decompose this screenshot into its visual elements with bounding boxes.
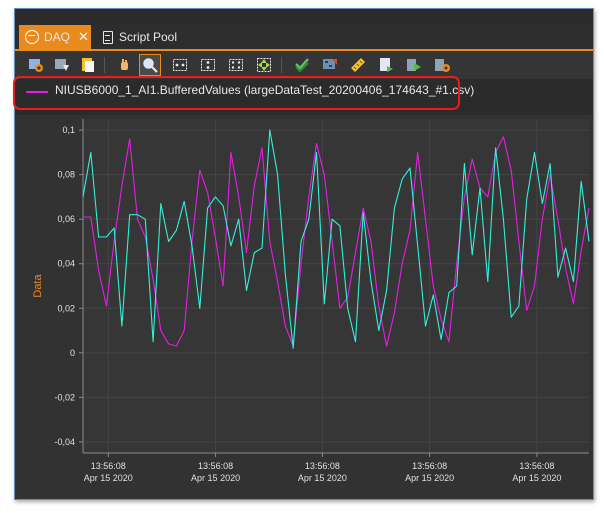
fit-horizontal-icon[interactable] <box>169 54 191 76</box>
run-settings-icon[interactable] <box>431 54 453 76</box>
tab-script-pool-label: Script Pool <box>119 30 178 44</box>
x-tick-label-time: 13:56:08 <box>305 461 340 471</box>
export-icon[interactable] <box>375 54 397 76</box>
toolbar-separator <box>104 57 105 73</box>
ruler-icon[interactable] <box>347 54 369 76</box>
legend-highlight-box <box>13 76 460 110</box>
tab-daq[interactable]: DAQ ✕ <box>19 25 91 49</box>
zoom-icon[interactable] <box>139 54 161 76</box>
x-tick-label-date: Apr 15 2020 <box>512 473 561 483</box>
import-icon[interactable] <box>51 54 73 76</box>
x-tick-label-date: Apr 15 2020 <box>298 473 347 483</box>
y-tick-label: 0,08 <box>57 170 75 180</box>
x-tick-label-date: Apr 15 2020 <box>191 473 240 483</box>
x-tick-label-time: 13:56:08 <box>412 461 447 471</box>
clipboard-icon[interactable] <box>77 54 99 76</box>
daq-logo-icon <box>25 30 39 44</box>
settings-icon[interactable] <box>25 54 47 76</box>
toolbar <box>15 49 593 79</box>
daq-window: DAQ ✕ Script Pool NIUSB6000_1_AI1.Buffer… <box>13 8 594 500</box>
fit-all-icon[interactable] <box>225 54 247 76</box>
tab-daq-label: DAQ <box>44 30 71 44</box>
y-tick-label: 0,02 <box>57 303 75 313</box>
y-tick-label: 0 <box>70 348 75 358</box>
x-tick-label-date: Apr 15 2020 <box>405 473 454 483</box>
close-icon[interactable]: ✕ <box>78 29 89 45</box>
x-tick-label-time: 13:56:08 <box>91 461 126 471</box>
tab-script-pool[interactable]: Script Pool <box>97 25 181 49</box>
y-tick-label: 0,06 <box>57 214 75 224</box>
move-icon[interactable] <box>253 54 275 76</box>
toolbar-separator <box>281 57 282 73</box>
y-tick-label: -0,04 <box>54 437 75 447</box>
x-tick-label-date: Apr 15 2020 <box>84 473 133 483</box>
y-axis-label: Data <box>32 274 44 298</box>
hand-icon[interactable] <box>113 54 135 76</box>
grid-icon[interactable] <box>319 54 341 76</box>
document-icon <box>103 30 113 44</box>
run-icon[interactable] <box>403 54 425 76</box>
x-tick-label-time: 13:56:08 <box>198 461 233 471</box>
y-tick-label: 0,04 <box>57 259 75 269</box>
y-tick-label: 0,1 <box>62 125 75 135</box>
tab-bar: DAQ ✕ Script Pool <box>15 25 593 49</box>
y-tick-label: -0,02 <box>54 392 75 402</box>
line-chart[interactable]: 0,1 0,08 0,06 0,04 0,02 0 -0,02 -0,04 13:56:08 Ap… <box>15 115 593 499</box>
plot-background <box>83 119 589 453</box>
check-icon[interactable] <box>291 54 313 76</box>
plot-area[interactable]: 0,1 0,08 0,06 0,04 0,02 0 -0,02 -0,04 13:56:08 Ap… <box>15 115 593 499</box>
x-tick-label-time: 13:56:08 <box>519 461 554 471</box>
fit-vertical-icon[interactable] <box>197 54 219 76</box>
